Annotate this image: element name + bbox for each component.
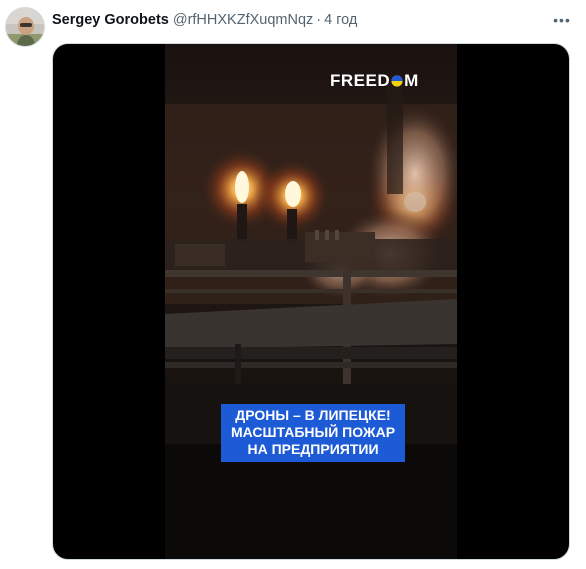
more-horizontal-icon: ••• bbox=[553, 12, 571, 28]
tweet-header: Sergey Gorobets @rfHHXKZfXuqmNqz · 4 год bbox=[52, 10, 357, 30]
video-player[interactable]: FREED M ДРОНЫ – В ЛИПЕЦКЕ! МАСШТАБНЫЙ ПО… bbox=[52, 43, 570, 560]
ukraine-flag-icon bbox=[391, 75, 403, 87]
caption-line-2: МАСШТАБНЫЙ ПОЖАР bbox=[230, 424, 396, 440]
avatar-photo bbox=[6, 8, 44, 46]
author-name[interactable]: Sergey Gorobets bbox=[52, 12, 169, 28]
video-frame[interactable]: FREED M ДРОНЫ – В ЛИПЕЦКЕ! МАСШТАБНЫЙ ПО… bbox=[165, 44, 457, 559]
freedom-logo: FREED M bbox=[330, 71, 419, 91]
logo-text-left: FREED bbox=[330, 71, 391, 90]
more-options-button[interactable]: ••• bbox=[552, 10, 572, 30]
video-caption: ДРОНЫ – В ЛИПЕЦКЕ! МАСШТАБНЫЙ ПОЖАР НА П… bbox=[221, 404, 405, 462]
separator: · bbox=[316, 12, 322, 28]
avatar[interactable] bbox=[5, 7, 45, 47]
timestamp[interactable]: 4 год bbox=[324, 12, 357, 28]
author-handle[interactable]: @rfHHXKZfXuqmNqz bbox=[173, 12, 313, 28]
logo-text-right: M bbox=[404, 71, 419, 90]
caption-line-1: ДРОНЫ – В ЛИПЕЦКЕ! bbox=[235, 407, 391, 423]
caption-line-3: НА ПРЕДПРИЯТИИ bbox=[247, 441, 379, 457]
fire-scene-image bbox=[165, 84, 457, 559]
